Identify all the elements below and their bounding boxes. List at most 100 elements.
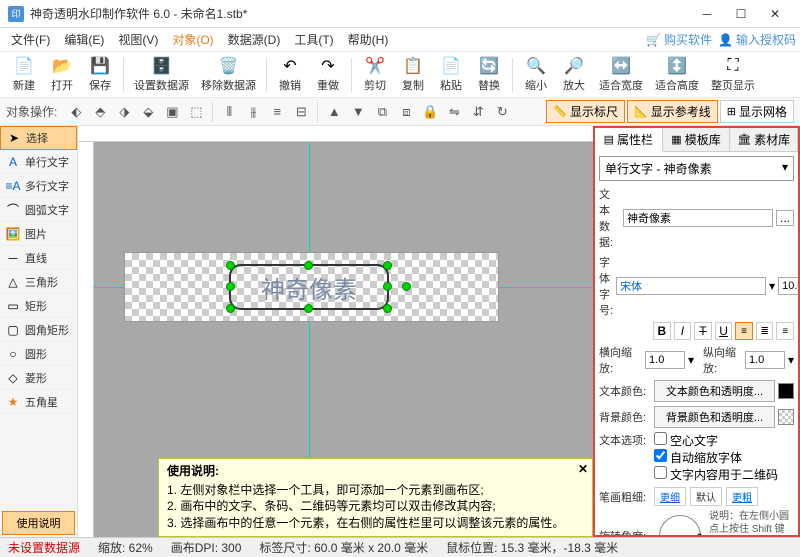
tab-properties[interactable]: ▤ 属性栏 bbox=[595, 128, 663, 152]
align-right-button[interactable]: ≡ bbox=[776, 322, 794, 340]
handle-w[interactable] bbox=[226, 282, 235, 291]
tool-rect[interactable]: ▭矩形 bbox=[0, 294, 77, 318]
tool-circle[interactable]: ○圆形 bbox=[0, 342, 77, 366]
zoomout-button[interactable]: 🔍缩小 bbox=[518, 54, 554, 95]
show-ruler-toggle[interactable]: 📏 显示标尺 bbox=[546, 100, 625, 123]
fullpage-button[interactable]: ⛶整页显示 bbox=[706, 54, 760, 95]
tool-select[interactable]: ➤选择 bbox=[0, 126, 77, 150]
align-center-button[interactable]: ≣ bbox=[756, 322, 774, 340]
font-size-input[interactable] bbox=[778, 277, 798, 295]
align-middle-icon[interactable]: ▣ bbox=[161, 101, 183, 123]
undo-button[interactable]: ↶撤销 bbox=[272, 54, 308, 95]
copy-button[interactable]: 📋复制 bbox=[395, 54, 431, 95]
same-height-icon[interactable]: ⊟ bbox=[290, 101, 312, 123]
handle-rotate[interactable] bbox=[402, 282, 411, 291]
remove-datasource-button[interactable]: 🗑️移除数据源 bbox=[196, 54, 261, 95]
italic-button[interactable]: I bbox=[674, 322, 692, 340]
tool-image[interactable]: 🖼️图片 bbox=[0, 222, 77, 246]
license-link[interactable]: 👤 输入授权码 bbox=[718, 31, 796, 48]
canvas[interactable]: 神奇像素 ✕ 使用说明: 1. 左侧对象栏中选择一个工具，即可添加一个元素到画布… bbox=[78, 126, 593, 537]
hollow-checkbox[interactable] bbox=[654, 432, 667, 445]
menu-object[interactable]: 对象(O) bbox=[165, 28, 220, 51]
same-width-icon[interactable]: ≡ bbox=[266, 101, 288, 123]
align-left-button[interactable]: ≡ bbox=[735, 322, 753, 340]
flip-v-icon[interactable]: ⇵ bbox=[467, 101, 489, 123]
font-select[interactable] bbox=[616, 277, 766, 295]
save-button[interactable]: 💾保存 bbox=[82, 54, 118, 95]
chevron-down-icon[interactable]: ▾ bbox=[782, 160, 788, 177]
text-data-input[interactable] bbox=[623, 209, 773, 227]
text-object[interactable]: 神奇像素 bbox=[229, 264, 389, 310]
autoshrink-checkbox[interactable] bbox=[654, 449, 667, 462]
tool-arc-text[interactable]: ⌒圆弧文字 bbox=[0, 198, 77, 222]
ungroup-icon[interactable]: ⧈ bbox=[395, 101, 417, 123]
handle-se[interactable] bbox=[383, 304, 392, 313]
show-guides-toggle[interactable]: 📐 显示参考线 bbox=[627, 100, 718, 123]
tool-roundrect[interactable]: ▢圆角矩形 bbox=[0, 318, 77, 342]
tool-star[interactable]: ★五角星 bbox=[0, 390, 77, 414]
panel-header[interactable]: 单行文字 - 神奇像素▾ bbox=[599, 156, 794, 181]
menu-datasource[interactable]: 数据源(D) bbox=[221, 28, 288, 51]
handle-ne[interactable] bbox=[383, 261, 392, 270]
menu-edit[interactable]: 编辑(E) bbox=[57, 28, 111, 51]
minimize-button[interactable]: ─ bbox=[690, 1, 724, 27]
align-bottom-icon[interactable]: ⬚ bbox=[185, 101, 207, 123]
thicker-button[interactable]: 更粗 bbox=[726, 487, 758, 506]
menu-file[interactable]: 文件(F) bbox=[4, 28, 57, 51]
default-thick-button[interactable]: 默认 bbox=[690, 487, 722, 506]
set-datasource-button[interactable]: 🗄️设置数据源 bbox=[129, 54, 194, 95]
qrcode-checkbox[interactable] bbox=[654, 466, 667, 479]
tab-assets[interactable]: 🏛 素材库 bbox=[730, 128, 798, 151]
handle-s[interactable] bbox=[304, 304, 313, 313]
help-button[interactable]: 使用说明 bbox=[2, 511, 75, 535]
rotate-icon[interactable]: ↻ bbox=[491, 101, 513, 123]
menu-tools[interactable]: 工具(T) bbox=[287, 28, 340, 51]
bold-button[interactable]: B bbox=[653, 322, 671, 340]
fitheight-button[interactable]: ↕️适合高度 bbox=[650, 54, 704, 95]
tool-single-text[interactable]: A单行文字 bbox=[0, 150, 77, 174]
flip-h-icon[interactable]: ⇋ bbox=[443, 101, 465, 123]
ruler-vertical[interactable] bbox=[78, 142, 94, 537]
zoomin-button[interactable]: 🔎放大 bbox=[556, 54, 592, 95]
hscale-input[interactable] bbox=[645, 351, 685, 369]
menu-view[interactable]: 视图(V) bbox=[111, 28, 165, 51]
bg-color-swatch[interactable] bbox=[778, 409, 794, 425]
open-button[interactable]: 📂打开 bbox=[44, 54, 80, 95]
buy-link[interactable]: 🛒 购买软件 bbox=[646, 31, 712, 48]
align-left-icon[interactable]: ⬖ bbox=[65, 101, 87, 123]
group-icon[interactable]: ⧉ bbox=[371, 101, 393, 123]
close-button[interactable]: ✕ bbox=[758, 1, 792, 27]
vscale-input[interactable] bbox=[745, 351, 785, 369]
handle-e[interactable] bbox=[383, 282, 392, 291]
handle-n[interactable] bbox=[304, 261, 313, 270]
rotation-dial[interactable] bbox=[659, 515, 701, 535]
tool-ellipse[interactable]: ◇菱形 bbox=[0, 366, 77, 390]
bg-color-button[interactable]: 背景颜色和透明度... bbox=[654, 406, 775, 428]
align-right-icon[interactable]: ⬗ bbox=[113, 101, 135, 123]
tool-line[interactable]: ─直线 bbox=[0, 246, 77, 270]
bring-front-icon[interactable]: ▲ bbox=[323, 101, 345, 123]
paste-button[interactable]: 📄粘贴 bbox=[433, 54, 469, 95]
tab-templates[interactable]: ▦ 模板库 bbox=[663, 128, 731, 151]
strike-button[interactable]: T bbox=[694, 322, 712, 340]
handle-sw[interactable] bbox=[226, 304, 235, 313]
replace-button[interactable]: 🔄替换 bbox=[471, 54, 507, 95]
redo-button[interactable]: ↷重做 bbox=[310, 54, 346, 95]
text-color-swatch[interactable] bbox=[778, 383, 794, 399]
align-center-icon[interactable]: ⬘ bbox=[89, 101, 111, 123]
tool-multi-text[interactable]: ≡A多行文字 bbox=[0, 174, 77, 198]
fitwidth-button[interactable]: ↔️适合宽度 bbox=[594, 54, 648, 95]
lock-icon[interactable]: 🔒 bbox=[419, 101, 441, 123]
handle-nw[interactable] bbox=[226, 261, 235, 270]
send-back-icon[interactable]: ▼ bbox=[347, 101, 369, 123]
tool-triangle[interactable]: △三角形 bbox=[0, 270, 77, 294]
menu-help[interactable]: 帮助(H) bbox=[341, 28, 396, 51]
thinner-button[interactable]: 更细 bbox=[654, 487, 686, 506]
help-close-icon[interactable]: ✕ bbox=[578, 461, 588, 478]
text-color-button[interactable]: 文本颜色和透明度... bbox=[654, 380, 775, 402]
underline-button[interactable]: U bbox=[715, 322, 733, 340]
ruler-horizontal[interactable] bbox=[78, 126, 593, 142]
align-top-icon[interactable]: ⬙ bbox=[137, 101, 159, 123]
maximize-button[interactable]: ☐ bbox=[724, 1, 758, 27]
show-grid-toggle[interactable]: ⊞ 显示网格 bbox=[720, 100, 794, 123]
